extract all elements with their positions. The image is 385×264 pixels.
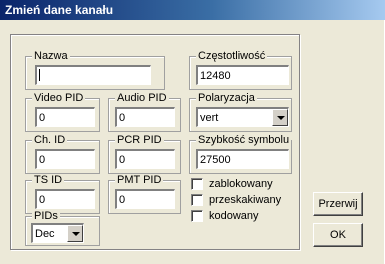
window-title: Zmień dane kanału <box>5 3 114 17</box>
pids-select[interactable]: Dec <box>31 223 84 243</box>
checkbox-label: przeskakiwany <box>209 194 282 206</box>
pids-label: PIDs <box>32 210 60 222</box>
pmt-pid-label: PMT PID <box>115 174 164 186</box>
czestotliwosc-label: Częstotliwość <box>196 50 268 62</box>
ok-button[interactable]: OK <box>313 223 363 247</box>
chevron-down-icon[interactable] <box>67 225 83 242</box>
szybkosc-label: Szybkość symbolu <box>196 134 292 146</box>
audio-pid-input[interactable]: 0 <box>115 107 175 127</box>
video-pid-label: Video PID <box>32 92 86 104</box>
checkbox-label: kodowany <box>209 210 259 222</box>
ts-id-label: TS ID <box>32 174 65 186</box>
ch-id-label: Ch. ID <box>32 134 68 146</box>
checkbox-box[interactable] <box>191 210 203 222</box>
dialog-window: Zmień dane kanału Nazwa Częstotliwość 12… <box>0 0 385 264</box>
czestotliwosc-input[interactable]: 12480 <box>196 65 289 85</box>
pmt-pid-input[interactable]: 0 <box>115 189 175 209</box>
checkbox-box[interactable] <box>191 178 203 190</box>
video-pid-input[interactable]: 0 <box>35 107 95 127</box>
pcr-pid-label: PCR PID <box>115 134 164 146</box>
pcr-pid-input[interactable]: 0 <box>115 149 175 169</box>
polaryzacja-select[interactable]: vert <box>196 107 289 127</box>
ts-id-input[interactable]: 0 <box>35 189 95 209</box>
checkbox-box[interactable] <box>191 194 203 206</box>
polaryzacja-value: vert <box>200 112 219 124</box>
nazwa-label: Nazwa <box>32 50 70 62</box>
audio-pid-label: Audio PID <box>115 92 169 104</box>
polaryzacja-label: Polaryzacja <box>196 92 257 104</box>
text-caret <box>39 69 40 81</box>
checkbox-label: zablokowany <box>209 178 273 190</box>
szybkosc-input[interactable]: 27500 <box>196 149 289 169</box>
nazwa-input[interactable] <box>35 65 151 85</box>
title-bar[interactable]: Zmień dane kanału <box>0 0 385 20</box>
chevron-down-icon[interactable] <box>272 109 288 126</box>
przerwij-button[interactable]: Przerwij <box>313 192 363 216</box>
ch-id-input[interactable]: 0 <box>35 149 95 169</box>
channel-settings-panel: Nazwa Częstotliwość 12480 Video PID 0 Au… <box>10 34 300 250</box>
pids-value: Dec <box>35 228 55 240</box>
